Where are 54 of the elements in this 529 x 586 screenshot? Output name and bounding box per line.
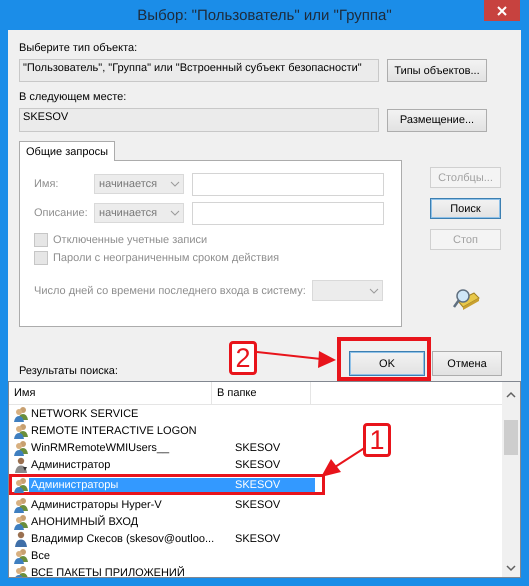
result-name[interactable]: NETWORK SERVICE [29,406,227,420]
result-name[interactable]: REMOTE INTERACTIVE LOGON [29,424,227,438]
column-header[interactable]: В папке [212,382,311,404]
tab[interactable]: Общие запросы [19,141,115,161]
location-field: SKESOV [19,108,379,132]
side-button[interactable]: Поиск [430,198,501,219]
object-type-label: Выберите тип объекта: [19,41,138,55]
location-label: В следующем месте: [19,90,128,104]
step-number: 1 [363,423,391,457]
result-name[interactable]: WinRMRemoteWMIUsers__ [29,440,227,454]
close-icon [497,6,507,16]
ok-button[interactable]: OK [349,351,425,376]
cancel-button[interactable]: Отмена [432,351,502,376]
result-folder: SKESOV [234,440,282,454]
result-name[interactable]: ВСЕ ПАКЕТЫ ПРИЛОЖЕНИЙ [29,566,227,577]
column-header[interactable]: Имя [9,382,212,404]
user-icon [13,456,29,472]
scroll-down-icon [505,563,517,573]
result-folder: SKESOV [234,458,282,472]
scrollbar-thumb[interactable] [504,420,518,455]
checkbox-label: Пароли с неограниченным сроком действия [53,252,280,264]
result-name[interactable]: Все [29,548,227,562]
result-name[interactable]: Владимир Скесов (skesov@outloo... [29,532,227,546]
group-icon [13,514,29,530]
window-title: Выбор: "Пользователь" или "Группа" [137,6,392,24]
group-icon [13,406,29,422]
group-icon [13,422,29,438]
step-number: 2 [229,341,257,375]
field-label: Имя: [34,178,60,190]
group-icon [13,548,29,564]
chevron-icon [170,210,180,216]
group-icon [13,496,29,512]
group-icon [13,476,29,492]
object-type-field: "Пользователь", "Группа" или "Встроенный субъект безопасности" [19,59,379,82]
user-icon [13,530,29,546]
close-button[interactable] [484,0,520,21]
object-types-button[interactable]: Типы объектов... [387,59,487,82]
result-name[interactable]: Администраторы Hyper-V [29,498,227,512]
checkbox-label: Отключенные учетные записи [53,234,208,246]
locations-button[interactable]: Размещение... [387,108,487,132]
result-name[interactable]: Администратор [29,458,227,472]
chevron-icon [170,181,180,187]
scroll-up-icon [505,390,517,400]
group-icon [13,564,29,577]
result-name[interactable]: АНОНИМНЫЙ ВХОД [29,514,227,528]
group-icon [13,440,29,456]
results-label: Результаты поиска: [19,365,118,377]
field-label: Описание: [34,207,89,219]
result-folder: SKESOV [234,498,282,512]
days-label: Число дней со времени последнего входа в систему: [34,284,306,296]
result-folder: SKESOV [227,478,315,492]
scrollbar[interactable] [502,382,520,577]
chevron-icon [368,288,379,294]
result-folder: SKESOV [234,532,282,546]
